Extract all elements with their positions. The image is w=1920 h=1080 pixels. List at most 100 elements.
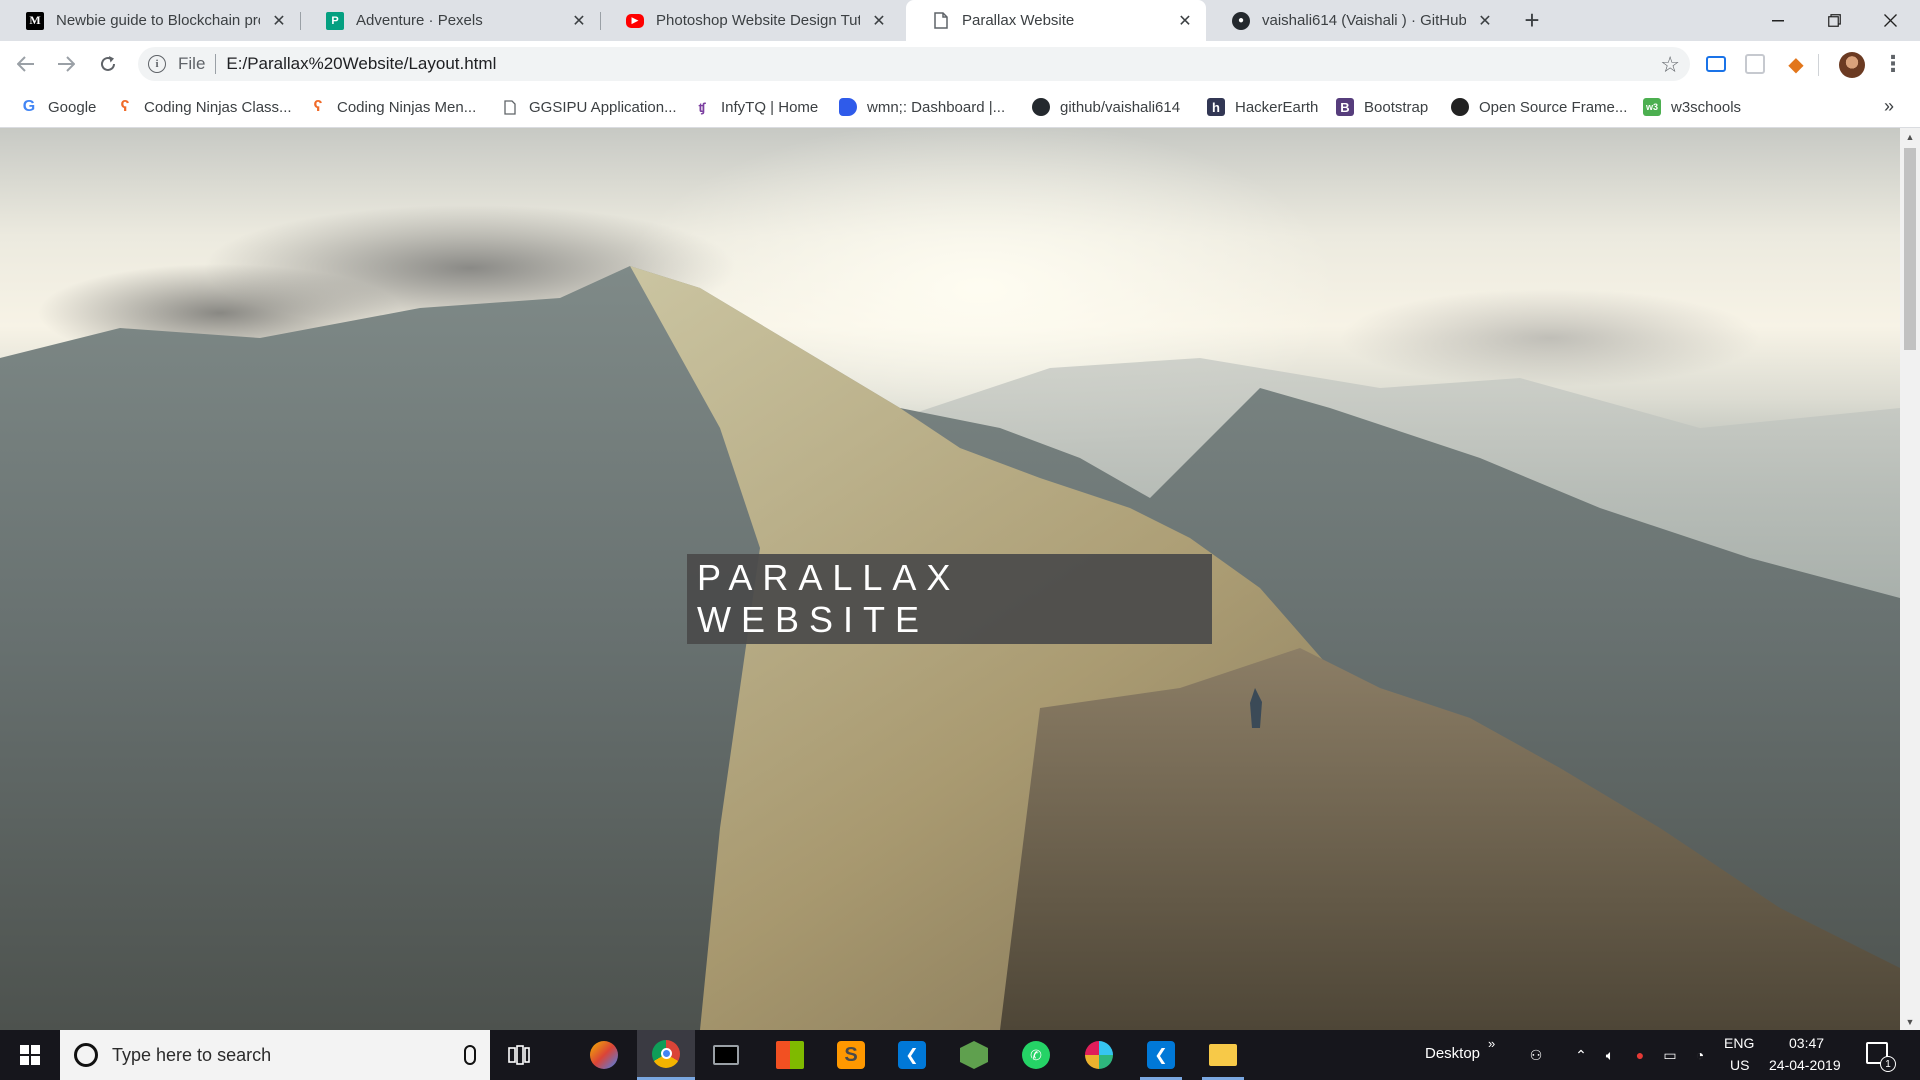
- bookmark-ggsipu[interactable]: GGSIPU Application...: [501, 96, 677, 118]
- tab-title: Parallax Website: [962, 12, 1075, 29]
- bookmark-coding-ninjas-class[interactable]: ʕ Coding Ninjas Class...: [116, 96, 292, 118]
- bookmark-label: github/vaishali614: [1060, 98, 1181, 116]
- page-viewport: PARALLAX WEBSITE: [0, 128, 1900, 1030]
- battery-icon[interactable]: ▭: [1660, 1045, 1680, 1065]
- microphone-icon[interactable]: [464, 1045, 476, 1065]
- bookmark-label: wmn;: Dashboard |...: [867, 98, 1006, 116]
- terminal-icon: [713, 1045, 739, 1065]
- google-icon: G: [22, 98, 36, 115]
- tab-medium[interactable]: M Newbie guide to Blockchain prog ✕: [0, 0, 300, 41]
- youtube-icon: ▶: [626, 13, 644, 28]
- tab-parallax[interactable]: Parallax Website ✕: [906, 0, 1206, 41]
- clock-date[interactable]: 24-04-2019: [1769, 1057, 1841, 1073]
- opensource-icon: [1451, 98, 1469, 116]
- forward-button[interactable]: [52, 50, 80, 78]
- bookmark-open-source[interactable]: Open Source Frame...: [1451, 96, 1627, 118]
- bookmark-coding-ninjas-men[interactable]: ʕ Coding Ninjas Men...: [309, 96, 477, 118]
- scroll-up-arrow-icon[interactable]: ▲: [1900, 128, 1920, 145]
- page-scrollbar[interactable]: ▲ ▼: [1900, 128, 1920, 1030]
- taskbar-search-box[interactable]: Type here to search: [60, 1030, 490, 1080]
- taskbar-paint[interactable]: [575, 1030, 633, 1080]
- node-icon: [960, 1041, 988, 1069]
- chevron-up-icon[interactable]: ⌃: [1571, 1045, 1591, 1065]
- volume-icon[interactable]: 🔈︎: [1600, 1045, 1620, 1065]
- scrollbar-thumb[interactable]: [1904, 148, 1916, 350]
- language-top[interactable]: ENG: [1724, 1035, 1754, 1051]
- cast-extension-icon[interactable]: [1706, 56, 1726, 72]
- back-button[interactable]: [12, 50, 40, 78]
- bookmark-label: Coding Ninjas Men...: [337, 98, 477, 116]
- vscode-icon: ❮: [898, 1041, 926, 1069]
- tab-title: Newbie guide to Blockchain prog: [56, 12, 260, 29]
- desktop-toolbar-chevron[interactable]: »: [1488, 1036, 1495, 1051]
- taskbar-vscode[interactable]: ❮: [883, 1030, 941, 1080]
- bookmark-wmn[interactable]: wmn;: Dashboard |...: [839, 96, 1005, 118]
- page-icon: [501, 98, 519, 116]
- close-tab-icon[interactable]: ✕: [870, 12, 888, 30]
- sublime-icon: S: [837, 1041, 865, 1069]
- wifi-icon[interactable]: ◔: [1690, 1045, 1710, 1065]
- w3schools-icon: w3: [1643, 98, 1661, 116]
- bookmark-infytq[interactable]: ʧ InfyTQ | Home: [693, 96, 819, 118]
- hackerearth-icon: h: [1207, 98, 1225, 116]
- task-view-button[interactable]: [490, 1030, 548, 1080]
- tab-pexels[interactable]: P Adventure · Pexels ✕: [300, 0, 600, 41]
- bootstrap-icon: B: [1336, 98, 1354, 116]
- close-tab-icon[interactable]: ✕: [570, 12, 588, 30]
- tab-title: Adventure · Pexels: [356, 12, 483, 29]
- close-window-button[interactable]: [1862, 0, 1918, 41]
- bookmark-label: Coding Ninjas Class...: [144, 98, 292, 116]
- bookmark-label: Open Source Frame...: [1479, 98, 1628, 116]
- scroll-down-arrow-icon[interactable]: ▼: [1900, 1013, 1920, 1030]
- taskbar-file-explorer[interactable]: [1194, 1030, 1252, 1080]
- notification-count-badge: 1: [1880, 1056, 1896, 1072]
- tab-youtube[interactable]: ▶ Photoshop Website Design Tutor ✕: [600, 0, 900, 41]
- page-icon: [932, 12, 950, 30]
- info-icon[interactable]: i: [148, 55, 166, 73]
- taskbar-chrome[interactable]: [637, 1030, 695, 1080]
- taskbar-terminal[interactable]: [697, 1030, 755, 1080]
- bookmarks-overflow-button[interactable]: »: [1884, 96, 1894, 117]
- bookmark-github[interactable]: github/vaishali614: [1032, 96, 1180, 118]
- bookmark-label: HackerEarth: [1235, 98, 1319, 116]
- address-bar[interactable]: i File E:/Parallax%20Website/Layout.html…: [138, 47, 1690, 81]
- tab-github[interactable]: ● vaishali614 (Vaishali ) · GitHub ✕: [1206, 0, 1506, 41]
- taskbar-windows-store[interactable]: [761, 1030, 819, 1080]
- reload-button[interactable]: [94, 50, 122, 78]
- menu-icon[interactable]: ⋮: [1882, 50, 1904, 78]
- bookmark-label: Bootstrap: [1364, 98, 1429, 116]
- taskbar-sublime[interactable]: S: [822, 1030, 880, 1080]
- desktop-toolbar-label[interactable]: Desktop: [1425, 1045, 1480, 1062]
- taskbar-whatsapp[interactable]: ✆: [1007, 1030, 1065, 1080]
- bookmark-w3schools[interactable]: w3 w3schools: [1643, 96, 1741, 118]
- bookmark-star-icon[interactable]: ☆: [1660, 52, 1680, 78]
- close-tab-icon[interactable]: ✕: [1176, 12, 1194, 30]
- start-button[interactable]: [0, 1030, 60, 1080]
- profile-avatar[interactable]: [1839, 52, 1865, 78]
- infytq-icon: ʧ: [698, 99, 706, 115]
- new-tab-button[interactable]: +: [1518, 5, 1546, 35]
- restore-button[interactable]: [1806, 0, 1862, 41]
- bookmark-hackerearth[interactable]: h HackerEarth: [1207, 96, 1318, 118]
- close-tab-icon[interactable]: ✕: [270, 12, 288, 30]
- extension-icon[interactable]: [1745, 54, 1765, 74]
- metamask-icon[interactable]: ◆: [1784, 52, 1808, 76]
- tab-title: vaishali614 (Vaishali ) · GitHub: [1262, 12, 1466, 29]
- url-text[interactable]: E:/Parallax%20Website/Layout.html: [226, 54, 496, 74]
- taskbar-slack[interactable]: [1070, 1030, 1128, 1080]
- minimize-button[interactable]: [1750, 0, 1806, 41]
- taskbar-vscode-2[interactable]: ❮: [1132, 1030, 1190, 1080]
- forward-arrow-icon: [58, 56, 75, 72]
- windows-taskbar: Type here to search S ❮ ✆ ❮ Desktop » ⚇ …: [0, 1030, 1920, 1080]
- bookmark-google[interactable]: G Google: [20, 96, 97, 118]
- windows-logo-icon: [20, 1045, 40, 1065]
- antivirus-icon[interactable]: ●: [1630, 1045, 1650, 1065]
- clock-time[interactable]: 03:47: [1789, 1035, 1824, 1051]
- file-explorer-icon: [1209, 1044, 1237, 1066]
- language-bottom[interactable]: US: [1730, 1057, 1749, 1073]
- taskbar-node[interactable]: [945, 1030, 1003, 1080]
- people-icon[interactable]: ⚇: [1526, 1045, 1546, 1065]
- bookmark-bootstrap[interactable]: B Bootstrap: [1336, 96, 1428, 118]
- close-tab-icon[interactable]: ✕: [1476, 12, 1494, 30]
- vscode-icon: ❮: [1147, 1041, 1175, 1069]
